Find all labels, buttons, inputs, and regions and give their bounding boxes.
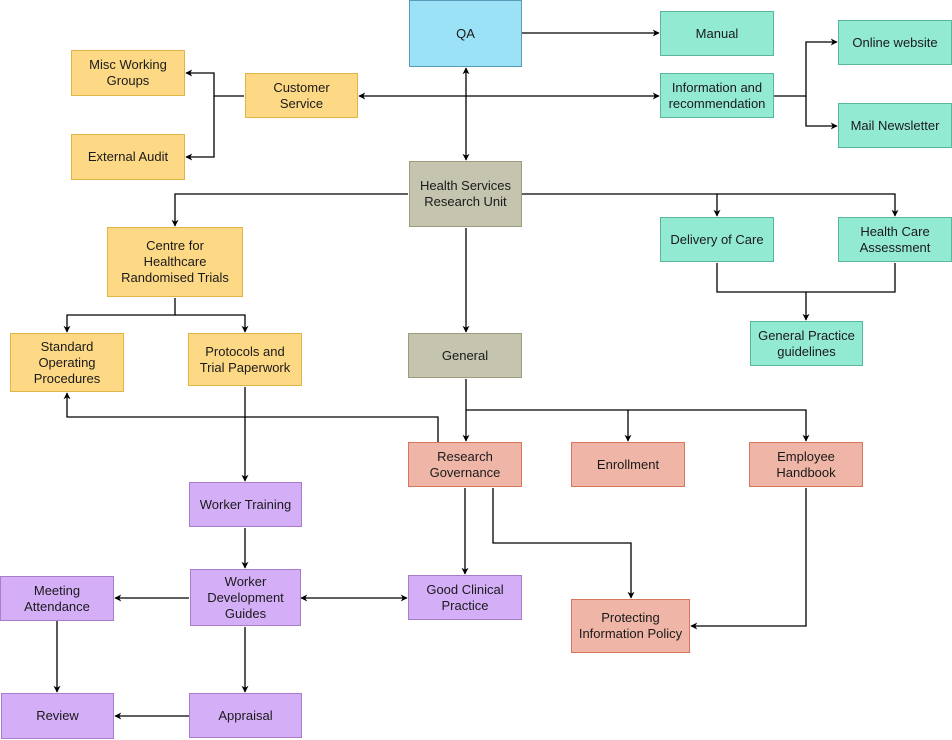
- edge-info-mail: [805, 96, 838, 130]
- edge-hsru-delivery: [522, 193, 721, 217]
- node-manual[interactable]: Manual: [660, 11, 774, 56]
- node-protocols-and-trial-paperwork[interactable]: Protocols and Trial Paperwork: [188, 333, 302, 386]
- edge-hca-gpg: [806, 263, 896, 293]
- edge-chrt-sop: [63, 298, 176, 333]
- node-customer-service[interactable]: Customer Service: [245, 73, 358, 118]
- node-enrollment[interactable]: Enrollment: [571, 442, 685, 487]
- node-general[interactable]: General: [408, 333, 522, 378]
- node-worker-training[interactable]: Worker Training: [189, 482, 302, 527]
- node-delivery-of-care[interactable]: Delivery of Care: [660, 217, 774, 262]
- edge-general-handbook: [628, 409, 810, 442]
- node-appraisal[interactable]: Appraisal: [189, 693, 302, 738]
- node-review[interactable]: Review: [1, 693, 114, 739]
- edge-customer-misc: [185, 69, 244, 97]
- node-misc-working-groups[interactable]: Misc Working Groups: [71, 50, 185, 96]
- node-external-audit[interactable]: External Audit: [71, 134, 185, 180]
- edge-general-enrollment: [466, 409, 632, 442]
- node-worker-development-guides[interactable]: Worker Development Guides: [190, 569, 301, 626]
- node-information-and-recommendation[interactable]: Information and recommendation: [660, 73, 774, 118]
- node-centre-for-healthcare-randomised-trials[interactable]: Centre for Healthcare Randomised Trials: [107, 227, 243, 297]
- node-health-services-research-unit[interactable]: Health Services Research Unit: [409, 161, 522, 227]
- edge-handbook-pip: [690, 488, 807, 630]
- node-employee-handbook[interactable]: Employee Handbook: [749, 442, 863, 487]
- edge-chrt-protocols: [175, 314, 249, 333]
- node-meeting-attendance[interactable]: Meeting Attendance: [0, 576, 114, 621]
- edge-hsru-hca: [717, 193, 899, 217]
- node-general-practice-guidelines[interactable]: General Practice guidelines: [750, 321, 863, 366]
- node-standard-operating-procedures[interactable]: Standard Operating Procedures: [10, 333, 124, 392]
- node-protecting-information-policy[interactable]: Protecting Information Policy: [571, 599, 690, 653]
- node-good-clinical-practice[interactable]: Good Clinical Practice: [408, 575, 522, 620]
- edge-hsru-chrt: [171, 193, 408, 227]
- edge-info-online: [774, 38, 838, 97]
- node-research-governance[interactable]: Research Governance: [408, 442, 522, 487]
- node-health-care-assessment[interactable]: Health Care Assessment: [838, 217, 952, 262]
- node-mail-newsletter[interactable]: Mail Newsletter: [838, 103, 952, 148]
- edge-rg-sop: [63, 392, 439, 442]
- edge-delivery-gpg: [716, 263, 810, 321]
- node-qa[interactable]: QA: [409, 0, 522, 67]
- node-online-website[interactable]: Online website: [838, 20, 952, 65]
- edge-customer-audit: [185, 96, 215, 161]
